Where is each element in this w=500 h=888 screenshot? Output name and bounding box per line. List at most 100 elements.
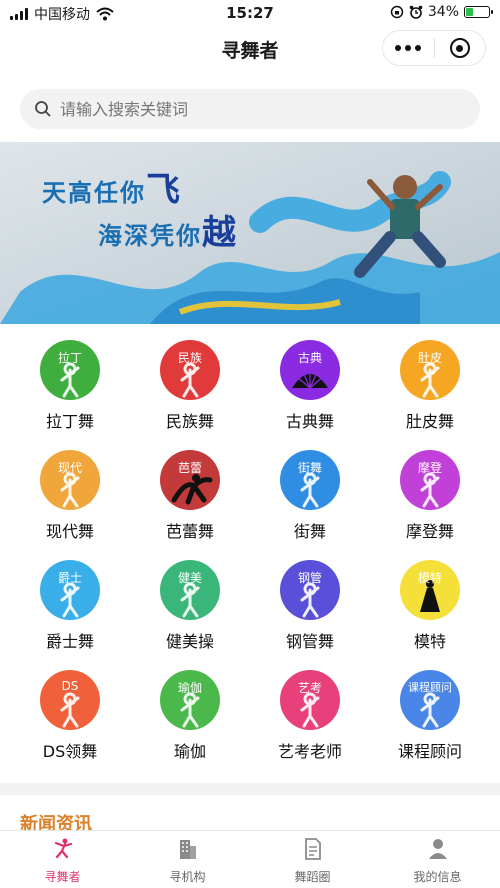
category-item[interactable]: 健美 健美操 [130,560,250,670]
category-badge: 古典 [297,351,322,365]
category-label: 古典舞 [285,412,334,431]
category-item[interactable]: DS DS领舞 [10,670,130,780]
category-item[interactable]: 民族 民族舞 [130,340,250,450]
category-item[interactable]: 肚皮 肚皮舞 [370,340,490,450]
folk-dancer-icon: 民族 [160,340,220,400]
category-badge: 街舞 [297,461,322,475]
user-tab-icon [426,837,450,865]
street-dancer-icon: 街舞 [280,450,340,510]
status-right: 34% [390,4,493,20]
category-badge: DS [61,679,79,693]
yoga-icon: 瑜伽 [160,670,220,730]
category-item[interactable]: 现代 现代舞 [10,450,130,560]
category-label: 摩登舞 [405,522,454,541]
model-dress-icon: 模特 [400,560,460,620]
latin-dancer-icon: 拉丁 [40,340,100,400]
ds-dancer-icon: DS [40,670,100,730]
battery-icon [464,6,493,18]
category-label: 爵士舞 [45,632,94,651]
banner-carousel[interactable]: 天高任你飞 海深凭你越 [0,142,500,324]
slogan-line2: 海深凭你 [98,222,202,250]
search-icon [35,101,51,117]
tab-label: 我的信息 [413,870,462,884]
tab-user[interactable]: 我的信息 [375,831,500,888]
aerobics-icon: 健美 [160,560,220,620]
ballroom-couple-icon: 摩登 [400,450,460,510]
category-badge: 民族 [177,351,202,365]
jazz-dancer-icon: 爵士 [40,560,100,620]
category-badge: 模特 [417,571,442,585]
fan-icon: 古典 [280,340,340,400]
category-label: 拉丁舞 [45,412,94,431]
category-label: 钢管舞 [285,632,334,651]
slogan-line2-emph: 越 [202,213,238,253]
dancer-head-icon [393,175,417,199]
category-item[interactable]: 拉丁 拉丁舞 [10,340,130,450]
category-label: 模特 [413,632,446,651]
battery-percent: 34% [427,4,459,20]
alarm-icon [409,5,423,19]
category-label: 民族舞 [165,412,214,431]
tab-document[interactable]: 舞蹈圈 [250,831,375,888]
slogan-line1: 天高任你 [42,179,146,207]
category-label: 艺考老师 [277,742,342,761]
building-tab-icon [176,837,200,865]
tab-dancer[interactable]: 寻舞者 [0,831,125,888]
nav-bar: 寻舞者 [0,26,500,74]
category-label: 健美操 [165,632,214,651]
miniprogram-capsule [382,30,486,66]
category-label: 芭蕾舞 [165,522,214,541]
category-badge: 现代 [57,461,82,475]
category-item[interactable]: 钢管 钢管舞 [250,560,370,670]
category-badge: 艺考 [297,681,322,695]
category-label: DS领舞 [42,742,98,761]
slogan-line1-emph: 飞 [146,170,182,210]
document-tab-icon [301,837,325,865]
search-input[interactable] [60,99,460,119]
modern-dancer-icon: 现代 [40,450,100,510]
category-item[interactable]: 街舞 街舞 [250,450,370,560]
category-badge: 课程顾问 [408,681,452,694]
dancer-tab-icon [51,837,75,865]
category-badge: 爵士 [57,571,82,585]
tab-label: 寻舞者 [44,870,81,884]
section-divider [0,783,500,795]
more-dots-icon[interactable] [383,31,434,65]
tab-label: 舞蹈圈 [294,870,331,884]
category-badge: 瑜伽 [177,681,202,695]
category-label: 课程顾问 [397,742,462,761]
ballet-dancer-icon: 芭蕾 [160,450,220,510]
category-item[interactable]: 模特 模特 [370,560,490,670]
battery-fill [466,8,474,16]
category-badge: 健美 [177,571,202,585]
target-close-icon[interactable] [434,31,485,65]
category-item[interactable]: 爵士 爵士舞 [10,560,130,670]
art-teacher-icon: 艺考 [280,670,340,730]
tab-building[interactable]: 寻机构 [125,831,250,888]
category-label: 肚皮舞 [405,412,454,431]
category-badge: 摩登 [417,461,442,475]
pole-dancer-icon: 钢管 [280,560,340,620]
category-item[interactable]: 芭蕾 芭蕾舞 [130,450,250,560]
category-item[interactable]: 摩登 摩登舞 [370,450,490,560]
course-advisor-icon: 课程顾问 [400,670,460,730]
orientation-lock-icon [390,5,404,19]
tab-label: 寻机构 [169,870,206,884]
category-badge: 钢管 [297,571,322,585]
category-item[interactable]: 艺考 艺考老师 [250,670,370,780]
category-item[interactable]: 课程顾问 课程顾问 [370,670,490,780]
category-label: 现代舞 [45,522,94,541]
category-badge: 肚皮 [417,351,442,365]
search-bar[interactable] [20,89,480,129]
category-label: 街舞 [293,522,326,541]
tab-bar: 寻舞者 寻机构 舞蹈圈 我的信息 [0,830,500,888]
category-item[interactable]: 瑜伽 瑜伽 [130,670,250,780]
category-item[interactable]: 古典 古典舞 [250,340,370,450]
belly-dancer-icon: 肚皮 [400,340,460,400]
category-grid: 拉丁 拉丁舞 民族 民族舞 古典 古典舞 肚皮 肚皮舞 现代 现代舞 芭蕾 芭蕾舞 街舞 街舞 摩登 摩登舞爵… [10,340,490,780]
category-badge: 芭蕾 [177,461,202,475]
category-badge: 拉丁 [57,351,82,365]
status-bar: 中国移动 15:27 34% [0,0,500,26]
banner-slogan: 天高任你飞 海深凭你越 [42,162,238,254]
category-label: 瑜伽 [173,742,206,761]
